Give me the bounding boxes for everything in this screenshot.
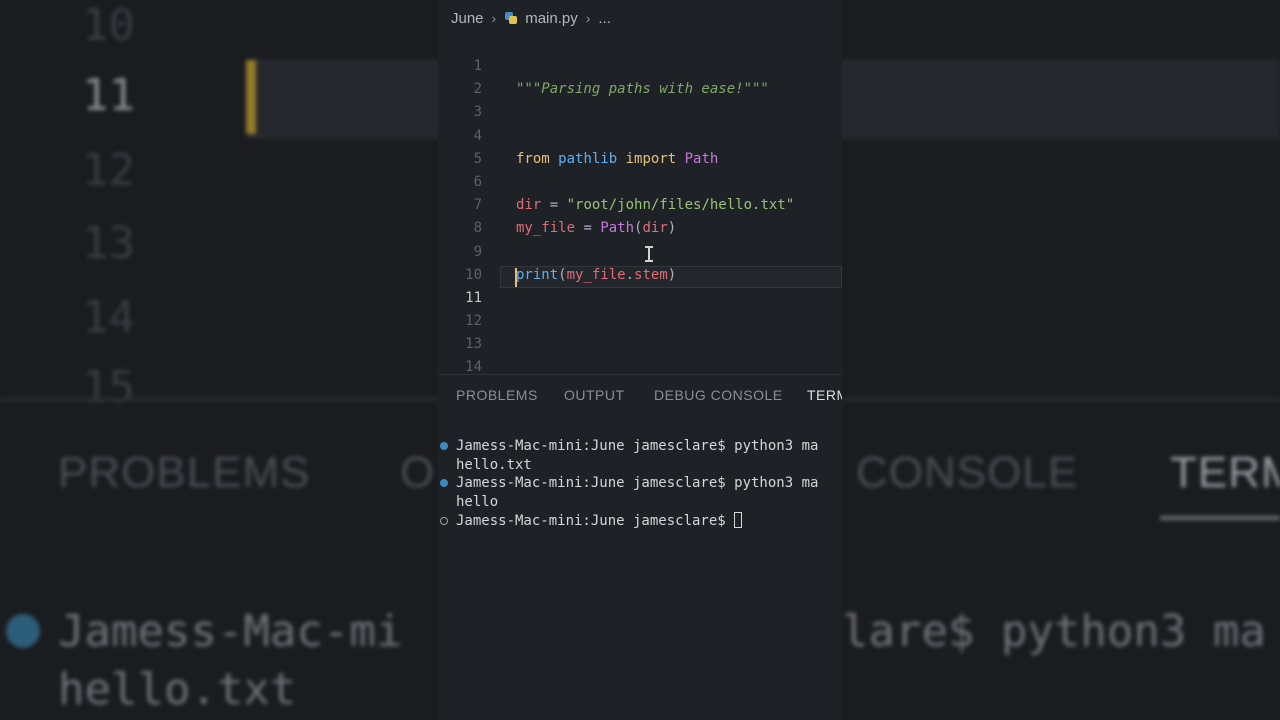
code-line: 9 print(my_file.stem) (438, 218, 842, 283)
bg-terminal-dot (6, 614, 40, 648)
breadcrumb-more[interactable]: ... (598, 10, 611, 27)
tab-output[interactable]: OUTPUT (564, 387, 625, 403)
code-line: 10 (438, 241, 842, 283)
bg-terminal-line: hello.txt (58, 664, 297, 715)
bg-tab-problems: PROBLEMS (58, 448, 311, 497)
chevron-right-icon: › (491, 10, 497, 26)
bg-tab-output: O (400, 448, 436, 497)
bg-line-number: 15 (82, 362, 135, 413)
prompt-text: Jamess-Mac-mini:June jamesclare$ (456, 513, 735, 529)
bg-line-number: 11 (82, 70, 135, 121)
code-line: 11 (438, 264, 842, 306)
terminal-output: hello (456, 494, 499, 510)
bg-tab-console: CONSOLE (856, 448, 1079, 497)
terminal-line: Jamess-Mac-mini:June jamesclare$ python3… (456, 475, 819, 491)
chevron-right-icon: › (585, 10, 591, 26)
panel-tabs: PROBLEMS OUTPUT DEBUG CONSOLE TERM (438, 378, 842, 414)
code-line: 14 (438, 333, 842, 372)
tab-terminal[interactable]: TERM (807, 387, 842, 403)
terminal-cursor (734, 512, 743, 528)
command-success-dot-icon[interactable] (440, 479, 448, 487)
terminal-output: hello.txt (456, 457, 532, 473)
bg-line-number: 13 (82, 218, 135, 269)
code-line: 8 (438, 194, 842, 236)
code-editor[interactable]: 1 """Parsing paths with ease!""" 2 3 4 f… (438, 32, 842, 372)
command-success-dot-icon[interactable] (440, 442, 448, 450)
ibeam-pointer-icon (645, 246, 653, 262)
code-line: 6 dir = "root/john/files/hello.txt" (438, 148, 842, 213)
terminal-line: Jamess-Mac-mini:June jamesclare$ python3… (456, 438, 819, 454)
code-line: 1 """Parsing paths with ease!""" (438, 32, 842, 97)
tab-debug-console[interactable]: DEBUG CONSOLE (654, 387, 783, 403)
python-file-icon (504, 11, 518, 25)
command-pending-dot-icon (440, 517, 448, 525)
bg-line-number: 14 (82, 292, 135, 343)
breadcrumb-file[interactable]: main.py (525, 10, 578, 27)
breadcrumb-folder[interactable]: June (451, 10, 484, 27)
code-line: 2 (438, 55, 842, 97)
bg-tab-terminal: TERM (1170, 448, 1280, 497)
bg-line-number: 10 (82, 0, 135, 51)
code-line: 7 my_file = Path(dir) (438, 171, 842, 236)
bg-tab-underline (1160, 516, 1280, 520)
code-line: 12 (438, 287, 842, 329)
code-line: 13 (438, 310, 842, 352)
bg-terminal-line: Jamess-Mac-mi (58, 606, 403, 657)
tab-problems[interactable]: PROBLEMS (456, 387, 538, 403)
code-line: 3 (438, 78, 842, 120)
code-line: 5 (438, 125, 842, 167)
panel-divider[interactable] (438, 374, 842, 375)
code-line: 4 from pathlib import Path (438, 102, 842, 167)
editor-panel: June › main.py › ... 1 """Parsing paths … (438, 0, 842, 720)
breadcrumb: June › main.py › ... (438, 0, 842, 36)
code-line: 15 (438, 356, 842, 372)
text-cursor (515, 268, 517, 287)
bg-cursor (246, 60, 256, 134)
terminal[interactable]: Jamess-Mac-mini:June jamesclare$ python3… (438, 437, 842, 720)
bg-line-number: 12 (82, 145, 135, 196)
bg-terminal-line: lare$ python3 ma (842, 606, 1266, 657)
terminal-prompt: Jamess-Mac-mini:June jamesclare$ (456, 512, 743, 531)
